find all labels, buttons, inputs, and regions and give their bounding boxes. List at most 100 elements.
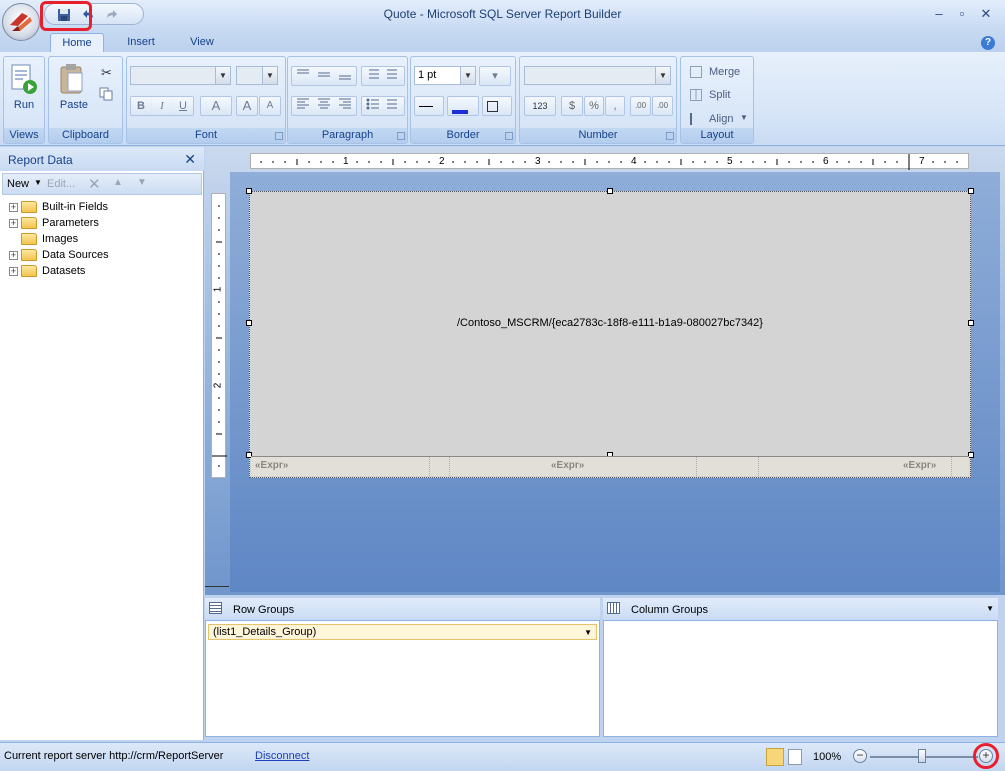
- tree-item-parameters[interactable]: + Parameters: [9, 215, 99, 231]
- border-style-icon[interactable]: [414, 96, 444, 116]
- tree-item-datasets[interactable]: + Datasets: [9, 263, 85, 279]
- expr-cell-right[interactable]: «Expr»: [903, 460, 936, 471]
- align-dropdown-icon[interactable]: ▼: [740, 113, 748, 122]
- indent-icon: [369, 69, 397, 79]
- fill-color-icon[interactable]: ▾: [479, 66, 511, 86]
- border-color-icon[interactable]: [447, 96, 479, 116]
- bold-button[interactable]: B: [131, 97, 151, 115]
- underline-button[interactable]: U: [173, 97, 193, 115]
- placeholder-styles-button[interactable]: 123: [524, 96, 556, 116]
- grow-font-button[interactable]: A: [236, 96, 258, 116]
- comma-button[interactable]: ,: [605, 96, 625, 116]
- font-size-select[interactable]: ▼: [236, 66, 278, 85]
- clipboard-group: Paste ✂ Clipboard: [48, 56, 123, 144]
- preview-icon[interactable]: [788, 749, 802, 765]
- close-icon[interactable]: ✕: [976, 6, 996, 22]
- resize-handle[interactable]: [246, 320, 252, 326]
- ruler-label-7: 7: [919, 156, 925, 167]
- tab-view[interactable]: View: [180, 33, 224, 53]
- move-up-icon[interactable]: ▲: [113, 177, 123, 188]
- resize-handle[interactable]: [968, 320, 974, 326]
- paragraph-dialog-launcher-icon[interactable]: [397, 132, 405, 140]
- office-button[interactable]: [2, 3, 40, 41]
- edit-button[interactable]: Edit...: [47, 178, 75, 190]
- merge-button[interactable]: Merge: [709, 66, 740, 78]
- align-text-buttons[interactable]: [291, 96, 357, 116]
- horizontal-ruler: 1 2 3 4 5 6 7: [250, 153, 969, 170]
- expand-icon[interactable]: +: [9, 250, 18, 260]
- number-dialog-launcher-icon[interactable]: [666, 132, 674, 140]
- new-dropdown-icon[interactable]: ▼: [34, 178, 42, 187]
- tab-insert[interactable]: Insert: [118, 33, 164, 53]
- run-icon[interactable]: [9, 63, 39, 97]
- font-name-select[interactable]: ▼: [130, 66, 231, 85]
- row-groups-list: (list1_Details_Group) ▼: [205, 620, 600, 737]
- vruler-ticks: [212, 205, 227, 467]
- resize-handle[interactable]: [246, 188, 252, 194]
- ruler-label-2: 2: [439, 156, 445, 167]
- ruler-label-4: 4: [631, 156, 637, 167]
- increase-decimal-button[interactable]: .00: [630, 96, 651, 116]
- clipboard-group-label: Clipboard: [49, 128, 122, 143]
- tree-item-built-in-fields[interactable]: + Built-in Fields: [9, 199, 108, 215]
- cell-divider: [449, 457, 450, 476]
- design-view-icon[interactable]: [766, 748, 784, 766]
- borders-icon[interactable]: [482, 96, 512, 116]
- row-group-dropdown-icon[interactable]: ▼: [584, 626, 592, 640]
- expr-cell-left[interactable]: «Expr»: [255, 460, 288, 471]
- run-label[interactable]: Run: [4, 99, 44, 111]
- report-body-rectangle[interactable]: /Contoso_MSCRM/{eca2783c-18f8-e111-b1a9-…: [249, 191, 971, 478]
- resize-handle[interactable]: [607, 188, 613, 194]
- new-button[interactable]: New: [7, 178, 29, 190]
- split-button[interactable]: Split: [709, 89, 730, 101]
- paragraph-group-label: Paragraph: [288, 128, 407, 143]
- cell-divider: [758, 457, 759, 476]
- report-data-toolbar: New ▼ Edit... ✕ ▲ ▼: [2, 173, 202, 195]
- expand-icon[interactable]: +: [9, 218, 18, 228]
- row-group-item[interactable]: (list1_Details_Group) ▼: [208, 624, 597, 640]
- tab-home[interactable]: Home: [50, 33, 104, 53]
- percent-button[interactable]: %: [584, 96, 604, 116]
- report-path-textbox[interactable]: /Contoso_MSCRM/{eca2783c-18f8-e111-b1a9-…: [250, 317, 970, 329]
- italic-button[interactable]: I: [152, 97, 172, 115]
- ruler-label-6: 6: [823, 156, 829, 167]
- border-dialog-launcher-icon[interactable]: [505, 132, 513, 140]
- number-format-select[interactable]: ▼: [524, 66, 671, 85]
- align-button[interactable]: Align: [709, 113, 733, 125]
- cut-icon[interactable]: ✂: [101, 65, 112, 81]
- shrink-font-button[interactable]: A: [259, 96, 281, 116]
- help-icon[interactable]: ?: [981, 36, 995, 50]
- copy-icon[interactable]: [99, 87, 113, 101]
- row-groups-header: Row Groups: [205, 598, 600, 620]
- indent-buttons[interactable]: [361, 66, 405, 86]
- server-status-text: Current report server http://crm/ReportS…: [4, 750, 224, 762]
- zoom-slider-thumb[interactable]: [918, 749, 926, 763]
- expand-icon[interactable]: +: [9, 202, 18, 212]
- tree-item-images[interactable]: Images: [9, 231, 78, 247]
- folder-icon: [21, 201, 37, 213]
- font-color-button[interactable]: A: [200, 96, 232, 116]
- disconnect-link[interactable]: Disconnect: [255, 750, 309, 762]
- groups-menu-icon[interactable]: ▼: [986, 604, 994, 613]
- close-pane-icon[interactable]: ✕: [184, 151, 196, 168]
- valign-buttons[interactable]: [291, 66, 357, 86]
- move-down-icon[interactable]: ▼: [137, 177, 147, 188]
- expand-icon[interactable]: +: [9, 266, 18, 276]
- list-buttons[interactable]: [361, 96, 405, 116]
- resize-handle[interactable]: [968, 188, 974, 194]
- tree-item-data-sources[interactable]: + Data Sources: [9, 247, 109, 263]
- cell-divider: [429, 457, 430, 476]
- paste-icon[interactable]: [59, 63, 85, 95]
- border-width-select[interactable]: 1 pt ▼: [414, 66, 476, 85]
- maximize-icon[interactable]: ▫: [952, 6, 972, 22]
- zoom-out-button[interactable]: −: [853, 749, 867, 763]
- number-group: ▼ 123 $ % , .00 .00 Number: [519, 56, 677, 144]
- expr-cell-center[interactable]: «Expr»: [551, 460, 584, 471]
- currency-button[interactable]: $: [561, 96, 583, 116]
- status-bar: Current report server http://crm/ReportS…: [0, 742, 1005, 771]
- font-dialog-launcher-icon[interactable]: [275, 132, 283, 140]
- minimize-icon[interactable]: –: [929, 6, 949, 22]
- delete-icon[interactable]: ✕: [88, 175, 101, 193]
- paste-label[interactable]: Paste: [52, 99, 96, 111]
- decrease-decimal-button[interactable]: .00: [652, 96, 673, 116]
